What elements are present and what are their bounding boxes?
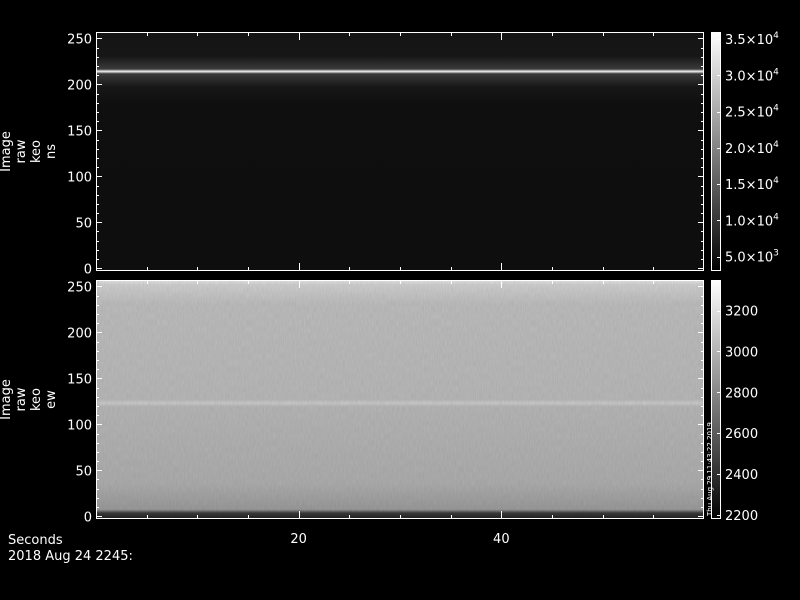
y-tick-label: 0 xyxy=(84,511,92,526)
colorbar-label-exponent: 4 xyxy=(773,212,779,222)
colorbar-label-exponent: 4 xyxy=(773,140,779,150)
colorbar-label-exponent: 4 xyxy=(773,31,779,41)
colorbar-tick-label: 3.0×104 xyxy=(725,67,779,84)
date-label: 2018 Aug 24 2245: xyxy=(8,549,133,564)
y-axis-title-line: Image xyxy=(0,131,14,172)
colorbar-tick-label: 2800 xyxy=(725,386,758,401)
ew-heatmap-image xyxy=(96,280,704,519)
y-tick-label: 50 xyxy=(75,217,92,232)
keogram-figure: 0 50 100 150 200 250 Image raw keo ns 5.0×103 1.0… xyxy=(0,0,800,600)
x-tick-labels: 20 40 xyxy=(290,532,509,547)
y-tick-label: 200 xyxy=(67,327,92,342)
y-axis-title-line: ew xyxy=(44,390,59,409)
colorbar-tick-label: 1.5×104 xyxy=(725,176,779,193)
colorbar-tick-label: 3.5×104 xyxy=(725,31,779,48)
colorbar-label-exponent: 3 xyxy=(773,249,779,259)
colorbar-label-mantissa: 2.0×10 xyxy=(725,142,773,157)
panel-ns: 0 50 100 150 200 250 Image raw keo ns 5.0×103 1.0… xyxy=(0,31,779,277)
ns-y-tick-labels: 0 50 100 150 200 250 xyxy=(67,33,92,278)
colorbar-tick-label: 5.0×103 xyxy=(725,249,779,266)
ns-heatmap-image xyxy=(96,32,704,271)
colorbar-label-mantissa: 5.0×10 xyxy=(725,251,773,266)
ew-y-tick-labels: 0 50 100 150 200 250 xyxy=(67,281,92,526)
keogram-svg: 050100150200250 Image raw keo ns 5.0×1031.0… xyxy=(0,31,779,564)
y-axis-title-line: ns xyxy=(44,144,59,159)
y-tick-label: 100 xyxy=(67,171,92,186)
y-axis-title-line: raw xyxy=(14,139,29,163)
y-tick-label: 250 xyxy=(67,281,92,296)
colorbar-label-mantissa: 1.0×10 xyxy=(725,214,773,229)
colorbar-label-exponent: 4 xyxy=(773,176,779,186)
colorbar-tick-label: 2.0×104 xyxy=(725,140,779,157)
colorbar-label-mantissa: 3.0×10 xyxy=(725,69,773,84)
colorbar-label-mantissa: 1.5×10 xyxy=(725,178,773,193)
colorbar-tick-label: 1.0×104 xyxy=(725,212,779,229)
y-axis-title-line: raw xyxy=(14,387,29,411)
colorbar-label-exponent: 4 xyxy=(773,67,779,77)
y-tick-label: 100 xyxy=(67,419,92,434)
y-axis-title-line: Image xyxy=(0,379,14,420)
colorbar-label-exponent: 4 xyxy=(773,104,779,114)
y-tick-label: 150 xyxy=(67,373,92,388)
x-tick-label: 40 xyxy=(493,532,510,547)
y-tick-label: 50 xyxy=(75,465,92,480)
x-tick-label: 20 xyxy=(290,532,307,547)
colorbar-label-mantissa: 3.5×10 xyxy=(725,33,773,48)
panel-ew: 050100150200250 Image raw keo ew 20 40 22002… xyxy=(0,280,758,547)
y-axis-title-line: keo xyxy=(29,140,44,163)
y-tick-label: 200 xyxy=(67,79,92,94)
y-axis-title-line: keo xyxy=(29,388,44,411)
y-tick-label: 250 xyxy=(67,33,92,48)
y-tick-label: 0 xyxy=(84,263,92,278)
colorbar-tick-label: 2400 xyxy=(725,468,758,483)
ew-colorbar-labels: 2200 2400 2600 2800 3000 3200 xyxy=(717,305,758,524)
colorbar-tick-label: 3000 xyxy=(725,345,758,360)
x-axis-title: Seconds xyxy=(8,533,63,548)
colorbar-tick-label: 3200 xyxy=(725,305,758,320)
colorbar-tick-label: 2.5×104 xyxy=(725,104,779,121)
colorbar-label-mantissa: 2.5×10 xyxy=(725,106,773,121)
ns-y-axis-title: Image raw keo ns xyxy=(0,131,59,172)
ew-y-axis-title: Image raw keo ew xyxy=(0,379,59,420)
timestamp-stamp: Thu Aug 29 11:43:22 2019 xyxy=(706,422,714,517)
ns-colorbar-labels: 5.0×1031.0×1041.5×1042.0×1042.5×1043.0×1… xyxy=(717,31,779,266)
y-tick-label: 150 xyxy=(67,125,92,140)
colorbar-tick-label: 2600 xyxy=(725,427,758,442)
colorbar-tick-label: 2200 xyxy=(725,509,758,524)
ns-colorbar xyxy=(711,32,721,271)
